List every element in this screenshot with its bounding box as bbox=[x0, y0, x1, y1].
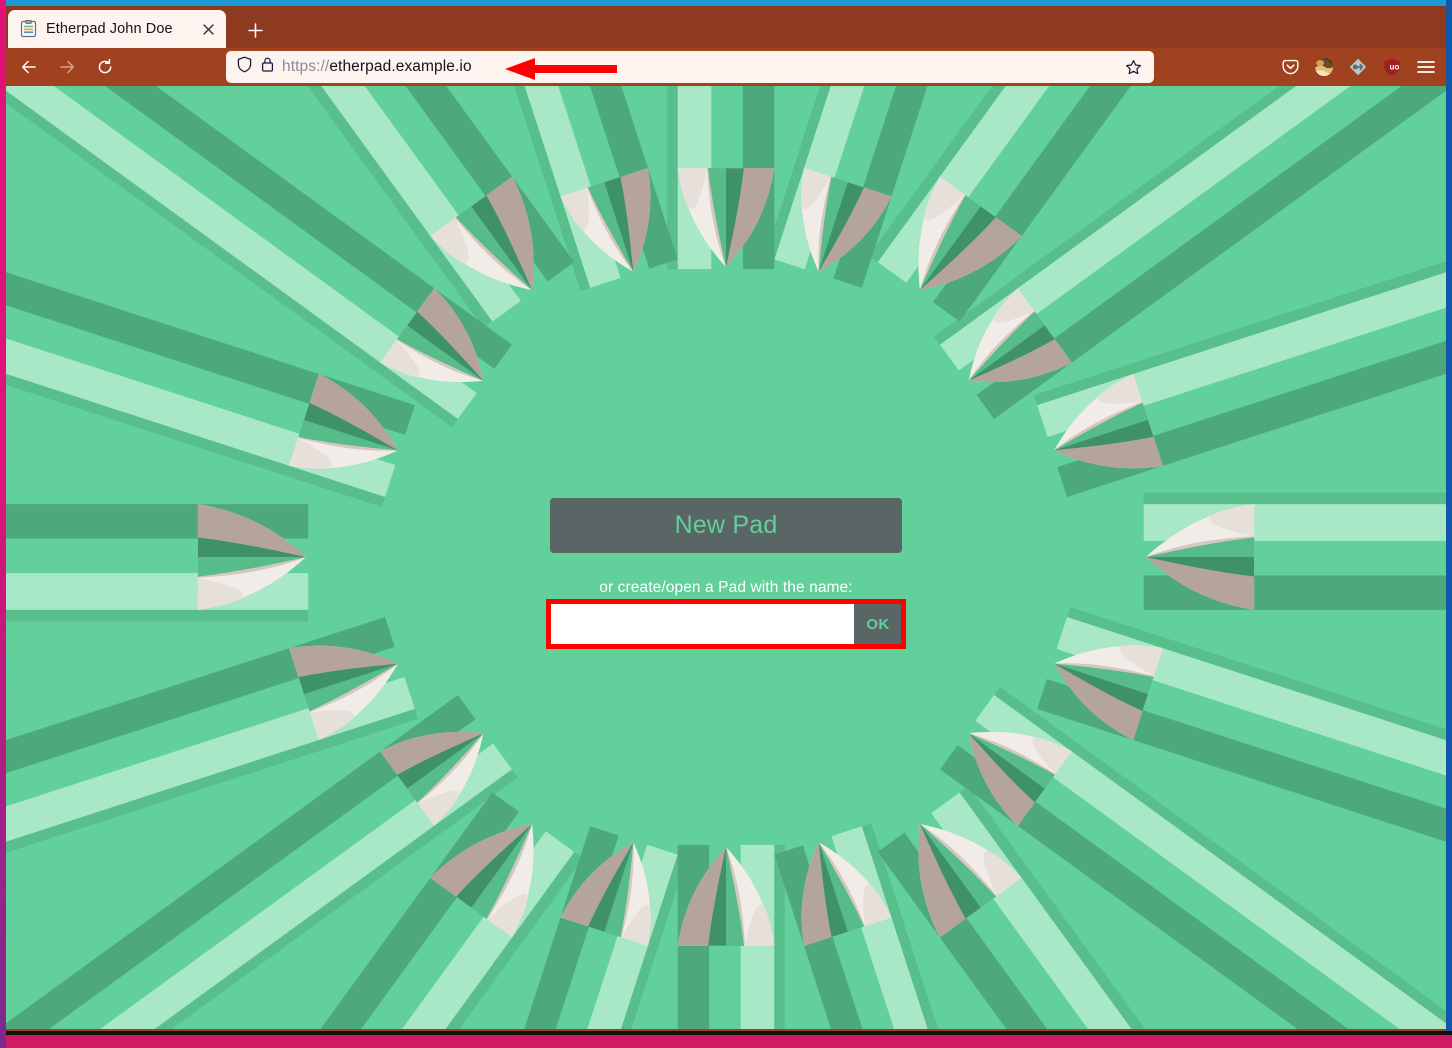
browser-tab-etherpad[interactable]: Etherpad John Doe bbox=[8, 10, 226, 48]
star-icon[interactable] bbox=[1120, 54, 1146, 80]
reload-icon[interactable] bbox=[88, 52, 122, 82]
browser-chrome: Etherpad John Doe bbox=[6, 6, 1446, 86]
close-icon[interactable] bbox=[196, 17, 220, 41]
forward-arrow-icon bbox=[50, 52, 84, 82]
pad-name-form: OK bbox=[550, 604, 902, 644]
ok-button[interactable]: OK bbox=[854, 604, 902, 644]
url-text[interactable]: https://etherpad.example.io bbox=[282, 58, 1113, 76]
hamburger-menu-icon[interactable] bbox=[1410, 52, 1442, 82]
tab-title: Etherpad John Doe bbox=[46, 21, 187, 37]
svg-text:o: o bbox=[1395, 63, 1400, 72]
screenshot-border-right bbox=[1446, 0, 1452, 1048]
tab-strip: Etherpad John Doe bbox=[6, 6, 1446, 48]
navigation-toolbar: https://etherpad.example.io bbox=[6, 48, 1446, 86]
extension-diamond-icon[interactable] bbox=[1342, 52, 1374, 82]
url-scheme: https:// bbox=[282, 58, 329, 75]
new-pad-button[interactable]: New Pad bbox=[550, 498, 902, 553]
screenshot-border-bottom bbox=[0, 1035, 1452, 1048]
screenshot-border-bottom-inner bbox=[0, 1031, 1452, 1035]
url-identity-icons bbox=[236, 56, 275, 78]
browser-window-screenshot: Etherpad John Doe bbox=[0, 0, 1452, 1048]
pad-name-input[interactable] bbox=[550, 604, 854, 644]
pad-name-form-wrapper: OK bbox=[550, 604, 902, 644]
clipboard-icon bbox=[20, 20, 37, 38]
account-avatar-icon[interactable] bbox=[1308, 52, 1340, 82]
url-bar[interactable]: https://etherpad.example.io bbox=[226, 51, 1154, 83]
back-arrow-icon[interactable] bbox=[12, 52, 46, 82]
create-open-pad-label: or create/open a Pad with the name: bbox=[599, 579, 852, 597]
shield-icon[interactable] bbox=[236, 56, 253, 78]
new-tab-button[interactable] bbox=[240, 15, 270, 45]
url-host: etherpad.example.io bbox=[329, 58, 471, 75]
new-pad-label: New Pad bbox=[675, 511, 778, 540]
browser-toolbar-extensions: u o bbox=[1274, 51, 1442, 83]
ublock-shield-icon[interactable]: u o bbox=[1376, 52, 1408, 82]
page-viewport: New Pad or create/open a Pad with the na… bbox=[6, 86, 1446, 1029]
pocket-icon[interactable] bbox=[1274, 52, 1306, 82]
etherpad-home-panel: New Pad or create/open a Pad with the na… bbox=[6, 498, 1446, 644]
lock-icon[interactable] bbox=[260, 56, 275, 78]
